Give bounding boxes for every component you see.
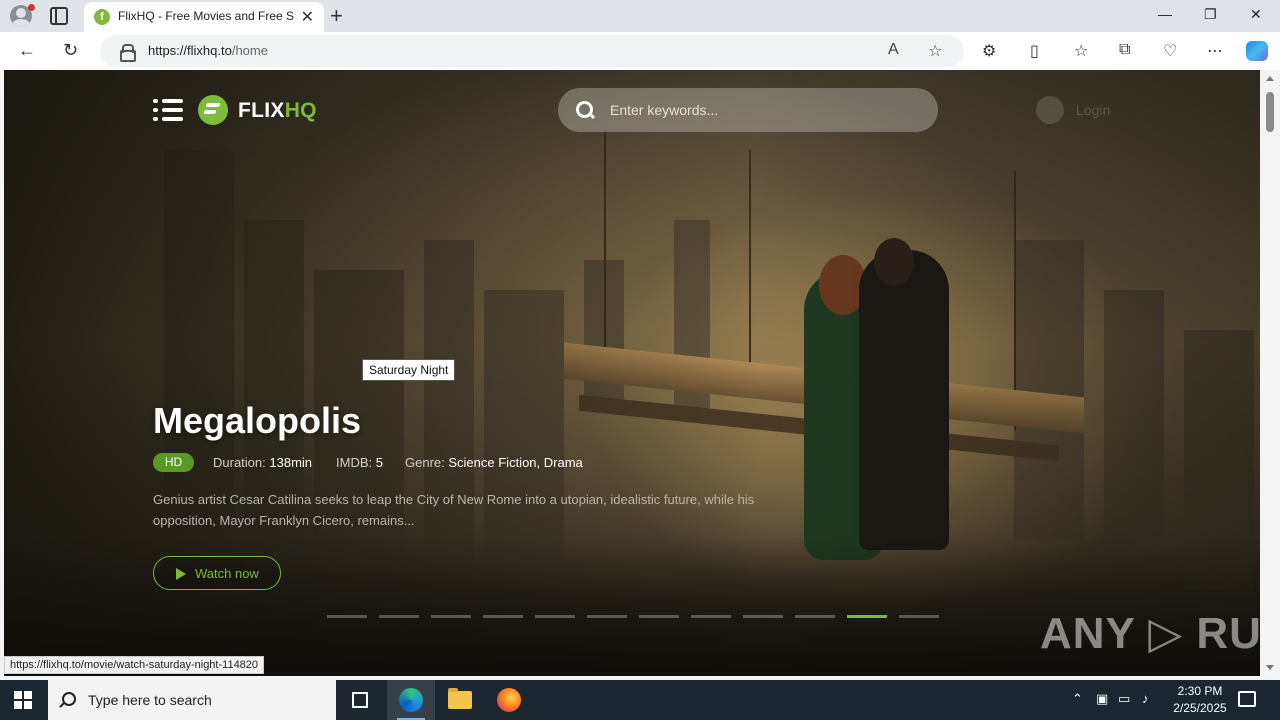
slider-dot[interactable] xyxy=(639,615,679,618)
logo-text: FLIXHQ xyxy=(238,99,317,123)
task-view-button[interactable] xyxy=(336,680,384,720)
slider-dot[interactable] xyxy=(379,615,419,618)
taskbar-firefox[interactable] xyxy=(485,680,533,720)
refresh-icon[interactable]: ↻ xyxy=(63,40,78,61)
hamburger-menu-icon[interactable] xyxy=(153,98,183,122)
slider-dot[interactable] xyxy=(899,615,939,618)
page-scrollbar[interactable] xyxy=(1262,70,1278,676)
imdb-rating: IMDB: 5 xyxy=(336,455,383,470)
tab-strip: f FlixHQ - Free Movies and Free Series ✕… xyxy=(0,0,1280,32)
scroll-down-icon[interactable] xyxy=(1266,665,1274,670)
edge-icon xyxy=(399,688,423,712)
split-screen-icon[interactable]: ▯ xyxy=(1030,41,1039,61)
lock-icon[interactable] xyxy=(120,44,136,62)
login-label: Login xyxy=(1076,102,1111,118)
clock-date: 2/25/2025 xyxy=(1173,701,1227,715)
flixhq-logo-icon xyxy=(198,95,228,125)
search-icon[interactable] xyxy=(576,101,594,119)
play-icon xyxy=(176,568,186,580)
close-tab-icon[interactable]: ✕ xyxy=(301,7,314,27)
search-box[interactable] xyxy=(558,88,938,132)
movie-description: Genius artist Cesar Catilina seeks to le… xyxy=(153,492,755,528)
favorite-star-icon[interactable]: ☆ xyxy=(928,41,942,61)
slider-dot[interactable] xyxy=(847,615,887,618)
watch-now-label: Watch now xyxy=(195,566,259,581)
tray-device-icon[interactable]: ▣ xyxy=(1096,691,1108,707)
search-icon xyxy=(62,692,76,706)
url-text[interactable]: https://flixhq.to/home xyxy=(148,43,268,58)
window-close-icon[interactable]: ✕ xyxy=(1250,6,1262,23)
watch-now-button[interactable]: Watch now xyxy=(153,556,281,590)
active-tab[interactable]: f FlixHQ - Free Movies and Free Series ✕ xyxy=(84,2,324,32)
new-tab-icon[interactable]: + xyxy=(330,3,343,29)
notifications-icon[interactable] xyxy=(1238,691,1256,707)
slider-pagination xyxy=(327,615,947,619)
extensions-icon[interactable]: ⚙ xyxy=(982,41,996,61)
slider-dot[interactable] xyxy=(327,615,367,618)
slider-dot[interactable] xyxy=(483,615,523,618)
slider-dot[interactable] xyxy=(587,615,627,618)
browser-toolbar: ← ↻ https://flixhq.to/home A ☆ ⚙ ▯ ☆ ⧉ ♡… xyxy=(0,32,1280,70)
genre: Genre: Science Fiction, Drama xyxy=(405,455,583,470)
genre-label: Genre: xyxy=(405,455,445,470)
task-view-icon xyxy=(352,692,368,708)
restore-icon[interactable]: ❐ xyxy=(1204,6,1217,23)
genre-value: Science Fiction, Drama xyxy=(448,455,583,470)
tab-title: FlixHQ - Free Movies and Free Series xyxy=(118,9,294,23)
duration: Duration: 138min xyxy=(213,455,312,470)
url-path: /home xyxy=(231,43,268,58)
read-aloud-icon[interactable]: A xyxy=(888,41,899,59)
minimize-icon[interactable]: — xyxy=(1158,6,1172,22)
page-viewport: FLIXHQ Login Saturday Night Megalopolis … xyxy=(4,70,1260,676)
slider-dot[interactable] xyxy=(431,615,471,618)
profile-alert-dot xyxy=(28,4,35,11)
address-bar[interactable]: https://flixhq.to/home A ☆ xyxy=(100,35,964,67)
windows-taskbar: Type here to search ⌃ ▣ ▭ ♪ 2:30 PM 2/25… xyxy=(0,680,1280,720)
volume-icon[interactable]: ♪ xyxy=(1142,691,1149,706)
tray-chevron-icon[interactable]: ⌃ xyxy=(1072,691,1083,707)
user-avatar-icon xyxy=(1036,96,1064,124)
duration-label: Duration: xyxy=(213,455,266,470)
site-header: FLIXHQ Login xyxy=(4,70,1260,150)
tab-actions-icon[interactable] xyxy=(50,7,68,25)
back-icon[interactable]: ← xyxy=(18,40,36,61)
taskbar-search-placeholder: Type here to search xyxy=(88,692,212,708)
copilot-icon[interactable] xyxy=(1246,41,1268,61)
logo-text-accent: HQ xyxy=(284,99,317,122)
folder-icon xyxy=(448,688,472,709)
more-menu-icon[interactable]: ⋯ xyxy=(1207,41,1223,61)
duration-value: 138min xyxy=(269,455,313,470)
favorites-icon[interactable]: ☆ xyxy=(1074,41,1088,61)
slider-dot[interactable] xyxy=(795,615,835,618)
anyrun-watermark: ANY ▷ RUN xyxy=(1040,609,1260,658)
slider-dot[interactable] xyxy=(743,615,783,618)
slider-dot[interactable] xyxy=(691,615,731,618)
slider-dot[interactable] xyxy=(535,615,575,618)
network-icon[interactable]: ▭ xyxy=(1118,691,1130,707)
collections-icon[interactable]: ⧉ xyxy=(1119,41,1130,59)
imdb-value: 5 xyxy=(375,455,383,470)
url-host: https://flixhq.to xyxy=(148,43,232,58)
clock-time: 2:30 PM xyxy=(1177,684,1223,698)
search-input[interactable] xyxy=(610,100,920,120)
hover-tooltip: Saturday Night xyxy=(362,359,456,381)
firefox-icon xyxy=(497,688,521,712)
system-clock[interactable]: 2:30 PM 2/25/2025 xyxy=(1160,683,1240,717)
status-bar-link: https://flixhq.to/movie/watch-saturday-n… xyxy=(4,656,265,674)
browser-essentials-icon[interactable]: ♡ xyxy=(1163,41,1177,61)
movie-title[interactable]: Megalopolis xyxy=(153,400,361,442)
flixhq-favicon-icon: f xyxy=(94,9,110,25)
taskbar-edge[interactable] xyxy=(387,680,435,720)
windows-start-icon[interactable] xyxy=(14,691,32,709)
logo-text-main: FLIX xyxy=(238,99,285,122)
scroll-thumb[interactable] xyxy=(1266,92,1274,132)
imdb-label: IMDB: xyxy=(336,455,373,470)
scroll-up-icon[interactable] xyxy=(1266,76,1274,81)
quality-badge: HD xyxy=(153,453,194,472)
taskbar-search[interactable]: Type here to search xyxy=(48,680,336,720)
taskbar-file-explorer[interactable] xyxy=(436,680,484,720)
